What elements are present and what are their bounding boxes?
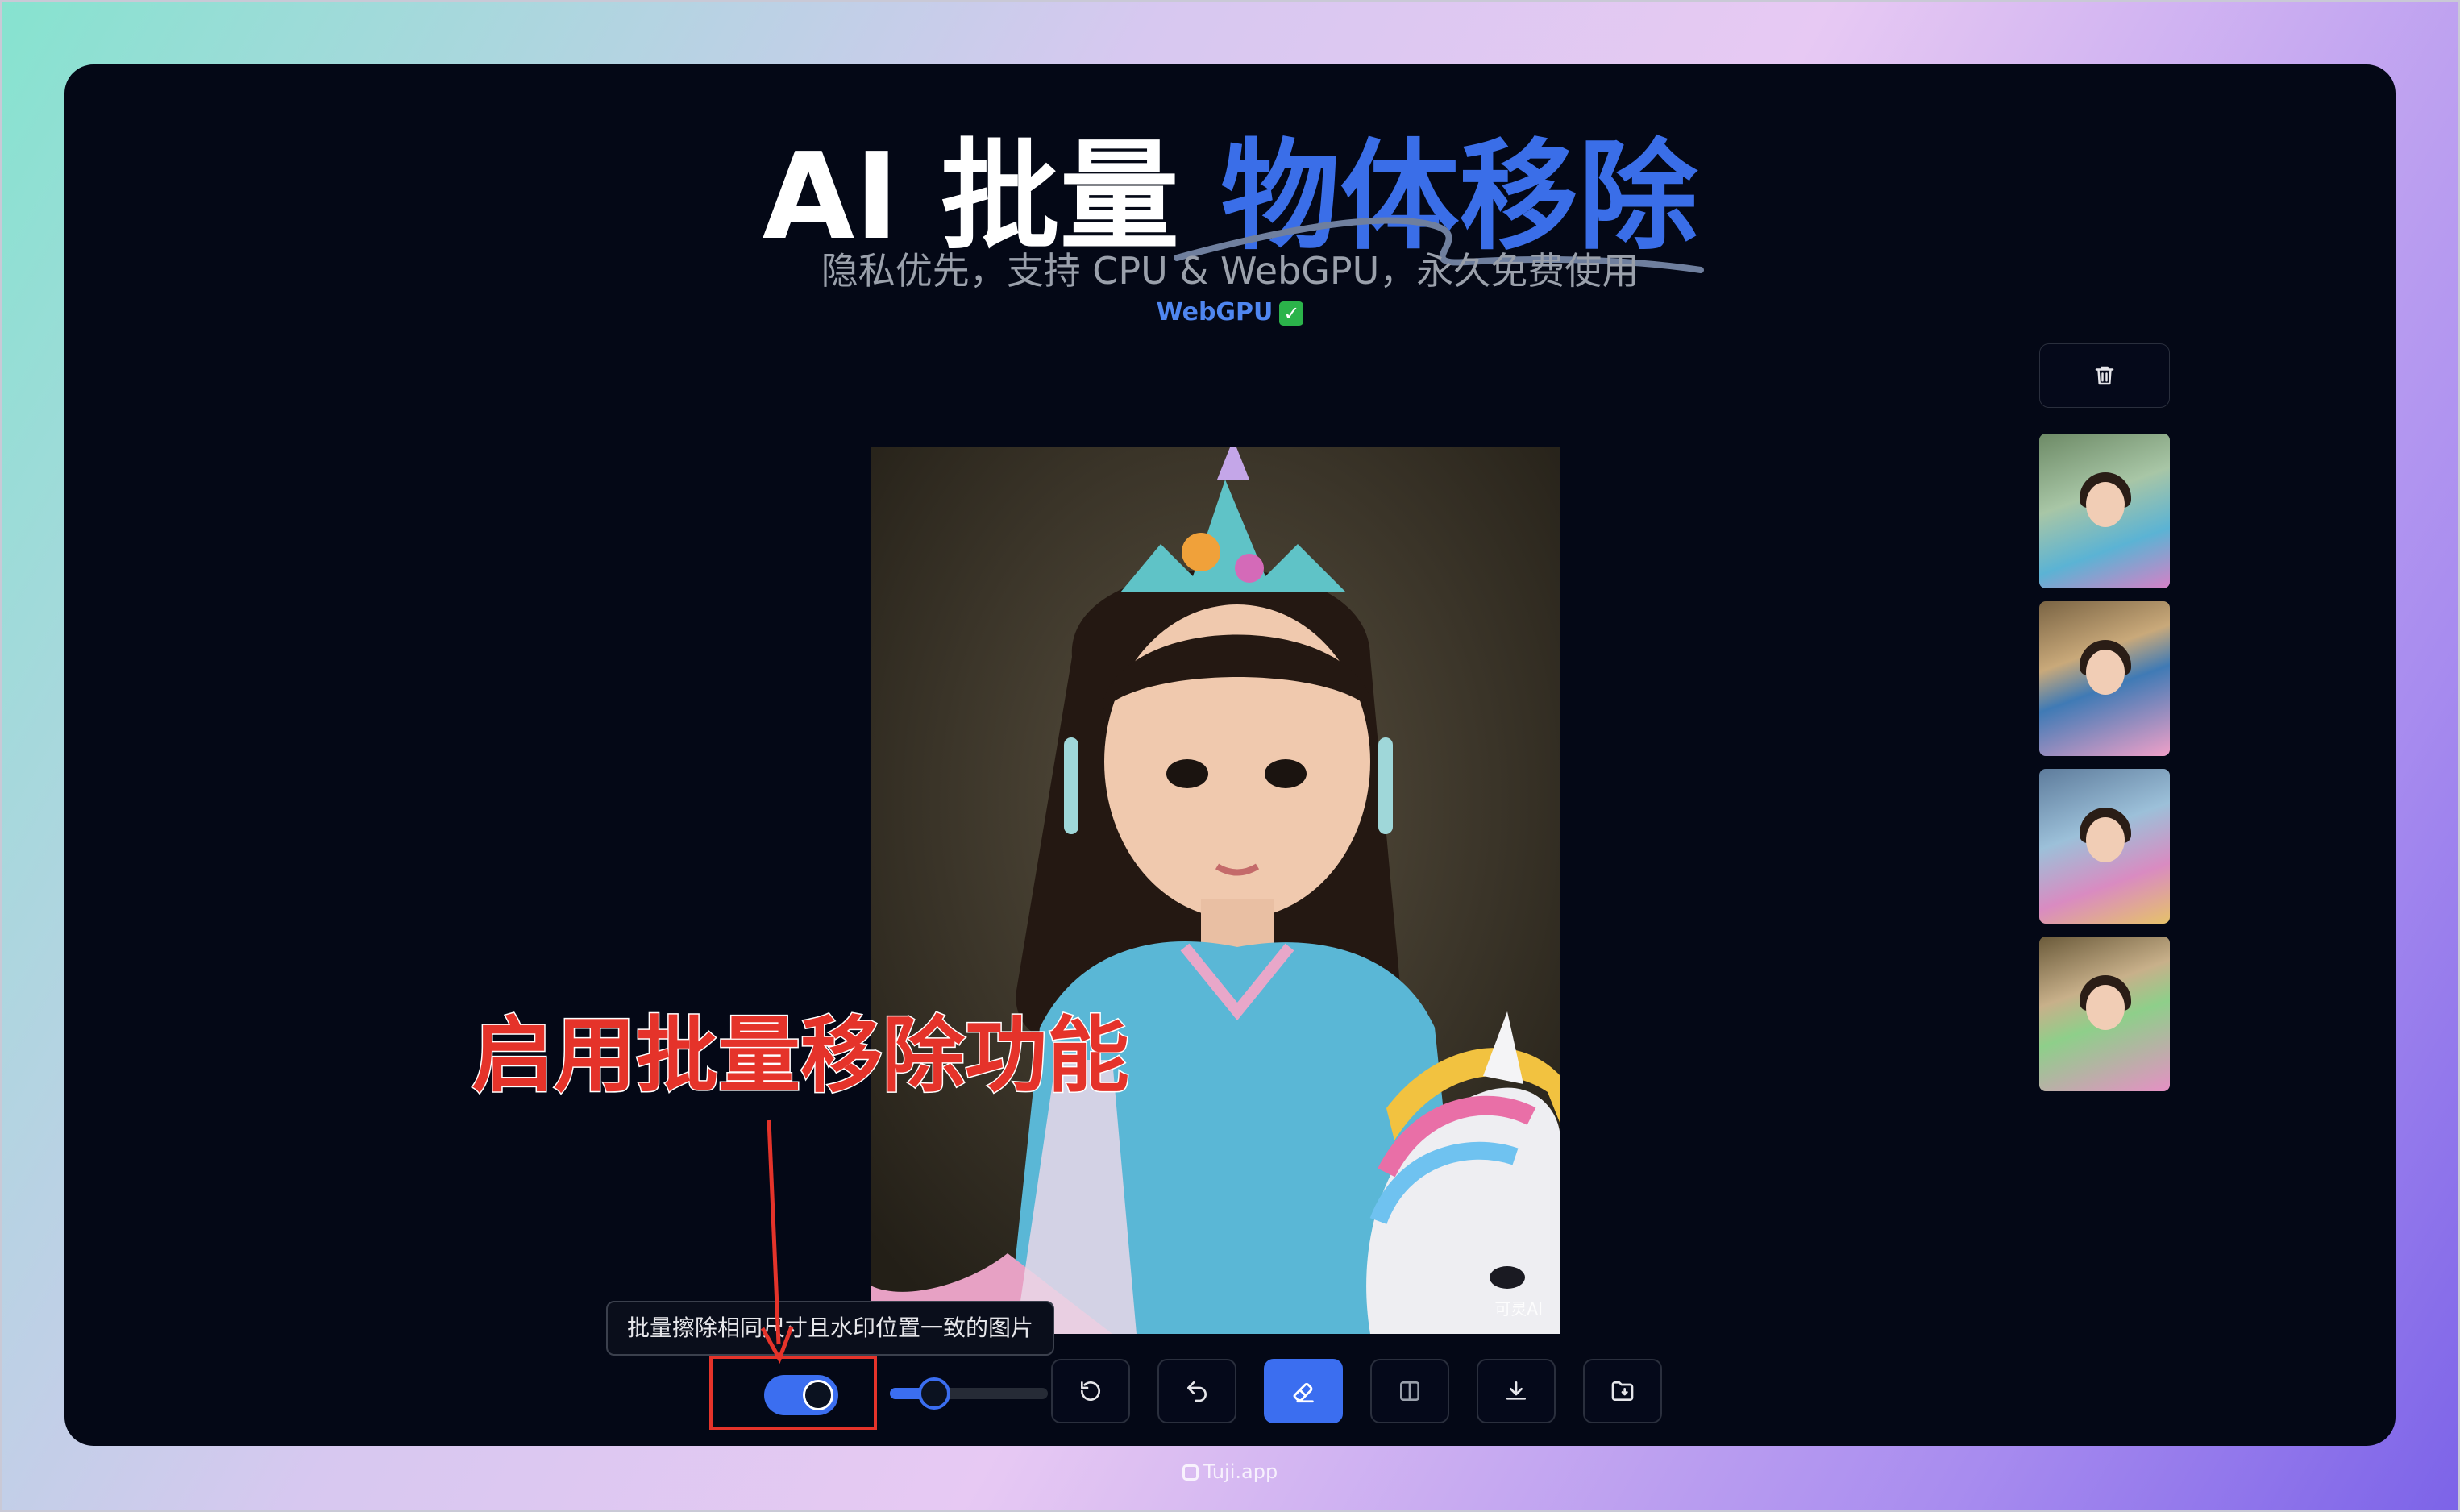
thumbnail-face bbox=[2086, 817, 2125, 862]
subtitle: 隐私优先，支持 CPU & WebGPU，永久免费使用 bbox=[821, 249, 1639, 293]
main-image-canvas[interactable]: 可灵AI bbox=[871, 447, 1560, 1334]
undo-button[interactable] bbox=[1157, 1359, 1236, 1423]
thumbnail-4[interactable] bbox=[2039, 937, 2170, 1091]
annotation-highlight-box bbox=[709, 1356, 877, 1430]
reset-button[interactable] bbox=[1051, 1359, 1130, 1423]
download-icon bbox=[1506, 1381, 1526, 1400]
check-icon: ✓ bbox=[1279, 301, 1304, 326]
annotation-label: 启用批量移除功能 bbox=[471, 1007, 1131, 1106]
eraser-icon bbox=[1293, 1383, 1314, 1403]
backend-indicator: WebGPU ✓ bbox=[64, 298, 2396, 326]
reset-icon bbox=[1081, 1381, 1100, 1401]
folder-save-icon bbox=[1611, 1381, 1634, 1401]
footer-brand: Tuji.app bbox=[0, 1460, 2460, 1483]
thumbnail-2[interactable] bbox=[2039, 601, 2170, 756]
undo-icon bbox=[1187, 1381, 1207, 1402]
compare-icon bbox=[1400, 1381, 1419, 1401]
trash-icon bbox=[2095, 366, 2114, 385]
thumbnail-face bbox=[2086, 985, 2125, 1030]
app-window: AI 批量 物体移除 隐私优先，支持 CPU & WebGPU，永久免费使用 W… bbox=[64, 64, 2396, 1446]
thumbnail-1[interactable] bbox=[2039, 434, 2170, 588]
clear-all-button[interactable] bbox=[2039, 343, 2170, 408]
footer-brand-label: Tuji.app bbox=[1203, 1460, 1278, 1483]
eraser-button[interactable] bbox=[1264, 1359, 1343, 1423]
batch-tooltip: 批量擦除相同尺寸且水印位置一致的图片 bbox=[606, 1301, 1055, 1356]
thumbnail-face bbox=[2086, 650, 2125, 695]
save-to-folder-button[interactable] bbox=[1583, 1359, 1662, 1423]
slider-handle[interactable] bbox=[918, 1377, 950, 1410]
brand-logo-icon bbox=[1182, 1464, 1199, 1481]
backend-label: WebGPU bbox=[1156, 298, 1274, 326]
watermark: 可灵AI bbox=[1494, 1299, 1543, 1319]
compare-button[interactable] bbox=[1370, 1359, 1449, 1423]
download-button[interactable] bbox=[1477, 1359, 1556, 1423]
brush-size-slider[interactable] bbox=[890, 1377, 1048, 1410]
main-image-illustration bbox=[871, 447, 1560, 1334]
thumbnail-face bbox=[2086, 482, 2125, 527]
thumbnail-3[interactable] bbox=[2039, 769, 2170, 924]
